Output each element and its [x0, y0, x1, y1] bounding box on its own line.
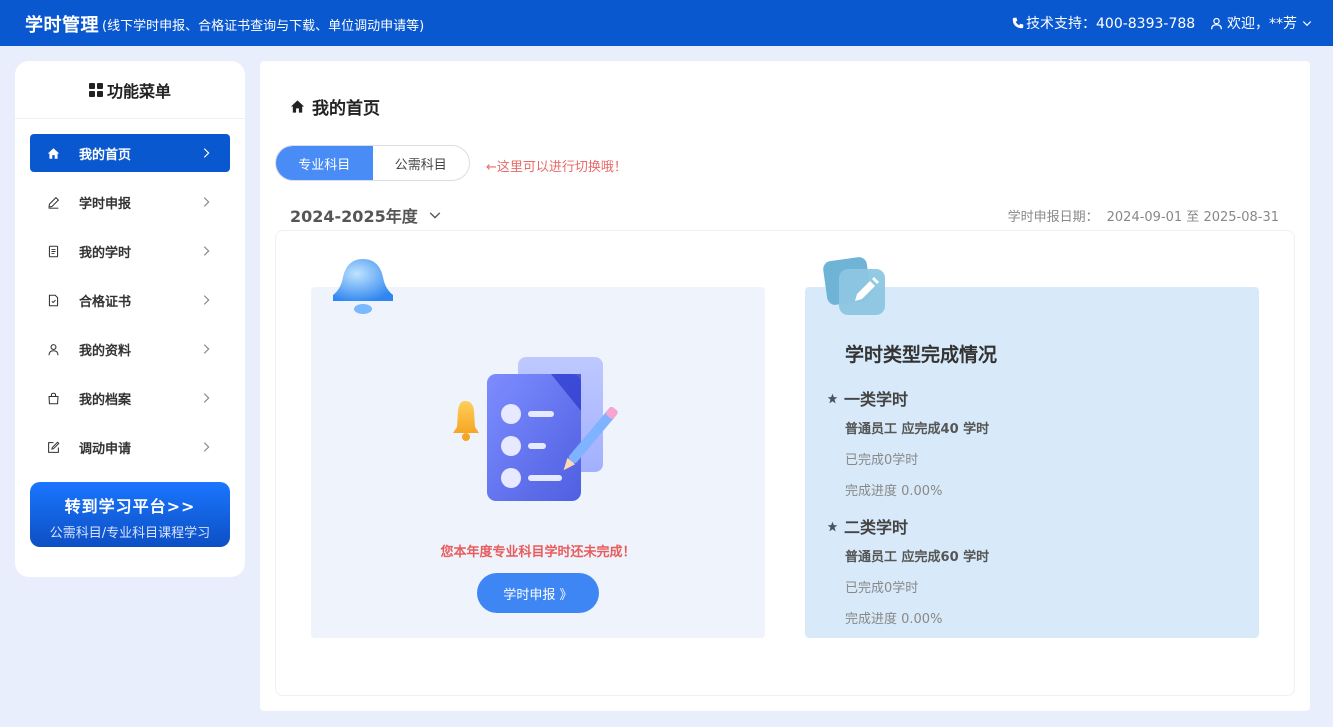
- tab-public[interactable]: 公需科目: [373, 146, 470, 180]
- sidebar-item-label: 我的学时: [79, 245, 132, 261]
- page-title-text: 我的首页: [312, 99, 380, 119]
- tab-hint: ←这里可以进行切换哦！: [486, 160, 627, 175]
- sidebar-item-archive[interactable]: 我的档案: [30, 379, 230, 417]
- category-name: 一类学时: [827, 386, 989, 410]
- menu-list: 我的首页 学时申报 我的学时 合格证书 我的资料 我的档案 调动申请: [30, 134, 230, 477]
- grid-icon: [88, 82, 103, 97]
- hours-type-title: 学时类型完成情况: [845, 344, 998, 366]
- chevron-right-icon: [203, 148, 210, 158]
- category-name-text: 一类学时: [844, 390, 909, 409]
- category-name-text: 二类学时: [844, 518, 909, 537]
- phone-icon: [1012, 17, 1024, 29]
- chevron-down-icon: [1302, 21, 1312, 27]
- chevron-down-icon: [429, 212, 441, 219]
- chevron-right-icon: [203, 442, 210, 452]
- user-menu[interactable]: 欢迎，**芳: [1210, 13, 1313, 33]
- sidebar-item-label: 我的首页: [79, 147, 132, 163]
- menu-title: 功能菜单: [15, 61, 245, 119]
- edit-note-icon: [823, 257, 885, 315]
- user-icon: [1211, 17, 1222, 29]
- main-panel: 我的首页 专业科目 公需科目 ←这里可以进行切换哦！ 2024-2025年度 学…: [260, 61, 1310, 711]
- subject-tabs: 专业科目 公需科目: [275, 145, 470, 181]
- content-box: 您本年度专业科目学时还未完成！ 学时申报 》 学时类型完成情况 一类学时 普通员…: [275, 230, 1295, 696]
- sidebar-item-label: 合格证书: [79, 294, 132, 310]
- home-icon: [46, 146, 60, 160]
- sidebar-item-label: 调动申请: [79, 441, 132, 457]
- page-title: 我的首页: [290, 94, 380, 119]
- category-completed: 已完成0学时: [845, 453, 919, 468]
- hours-type-card: 学时类型完成情况 一类学时 普通员工 应完成40 学时 已完成0学时 完成进度 …: [805, 257, 1259, 638]
- star-icon: [827, 393, 838, 403]
- sidebar-item-profile[interactable]: 我的资料: [30, 330, 230, 368]
- progress-status-card: 您本年度专业科目学时还未完成！ 学时申报 》: [311, 259, 765, 638]
- certificate-icon: [46, 293, 60, 307]
- year-select[interactable]: 2024-2025年度: [290, 203, 442, 227]
- pen-icon: [46, 195, 60, 209]
- chevron-right-icon: [203, 393, 210, 403]
- category-progress: 完成进度 0.00%: [845, 612, 943, 627]
- date-label: 学时申报日期：: [1007, 210, 1099, 225]
- chevron-right-icon: [203, 246, 210, 256]
- support-text: 技术支持：400-8393-788: [1026, 16, 1196, 32]
- tab-professional[interactable]: 专业科目: [276, 146, 373, 180]
- star-icon: [827, 521, 838, 531]
- sidebar-item-label: 我的资料: [79, 343, 132, 359]
- menu-title-text: 功能菜单: [106, 81, 171, 101]
- category-name: 二类学时: [827, 514, 989, 538]
- tech-support: 技术支持：400-8393-788: [1012, 13, 1195, 33]
- platform-button-subtitle: 公需科目/专业科目课程学习: [49, 526, 211, 541]
- sidebar-item-transfer[interactable]: 调动申请: [30, 428, 230, 466]
- top-header: 学时管理 (线下学时申报、合格证书查询与下载、单位调动申请等) 技术支持：400…: [0, 0, 1333, 46]
- sidebar-item-certificate[interactable]: 合格证书: [30, 281, 230, 319]
- document-icon: [46, 244, 60, 258]
- user-greeting: 欢迎，**芳: [1227, 16, 1297, 32]
- report-date-range: 学时申报日期： 2024-09-01 至 2025-08-31: [1008, 206, 1279, 225]
- sidebar-item-label: 我的档案: [79, 392, 132, 408]
- chevron-right-icon: [203, 344, 210, 354]
- incomplete-warning: 您本年度专业科目学时还未完成！: [440, 545, 636, 560]
- sidebar: 功能菜单 我的首页 学时申报 我的学时 合格证书 我的资料 我的档案 调动申请 …: [15, 61, 245, 577]
- sidebar-item-my-hours[interactable]: 我的学时: [30, 232, 230, 270]
- app-title: 学时管理: [25, 15, 99, 36]
- sidebar-item-report[interactable]: 学时申报: [30, 183, 230, 221]
- category-completed: 已完成0学时: [845, 581, 919, 596]
- home-icon: [290, 100, 305, 113]
- category-requirement: 普通员工 应完成40 学时: [845, 422, 990, 437]
- category-requirement: 普通员工 应完成60 学时: [845, 550, 990, 565]
- app-subtitle: (线下学时申报、合格证书查询与下载、单位调动申请等): [102, 19, 425, 34]
- edit-icon: [46, 440, 60, 454]
- platform-button-title: 转到学习平台>>: [64, 497, 196, 516]
- sidebar-item-label: 学时申报: [79, 196, 132, 212]
- report-hours-button[interactable]: 学时申报 》: [477, 573, 599, 613]
- chevron-right-icon: [203, 295, 210, 305]
- chevron-right-icon: [203, 197, 210, 207]
- goto-learning-platform-button[interactable]: 转到学习平台>> 公需科目/专业科目课程学习: [30, 482, 230, 547]
- bag-icon: [46, 391, 60, 405]
- bell-icon: [333, 259, 393, 314]
- documents-illustration-icon: [453, 357, 618, 501]
- year-select-value: 2024-2025年度: [290, 207, 418, 226]
- category-progress: 完成进度 0.00%: [845, 484, 943, 499]
- hours-category-1: 一类学时 普通员工 应完成40 学时 已完成0学时 完成进度 0.00%: [827, 386, 989, 499]
- hours-category-2: 二类学时 普通员工 应完成60 学时 已完成0学时 完成进度 0.00%: [827, 514, 989, 627]
- sidebar-item-home[interactable]: 我的首页: [30, 134, 230, 172]
- user-icon: [46, 342, 60, 356]
- date-value: 2024-09-01 至 2025-08-31: [1106, 210, 1279, 225]
